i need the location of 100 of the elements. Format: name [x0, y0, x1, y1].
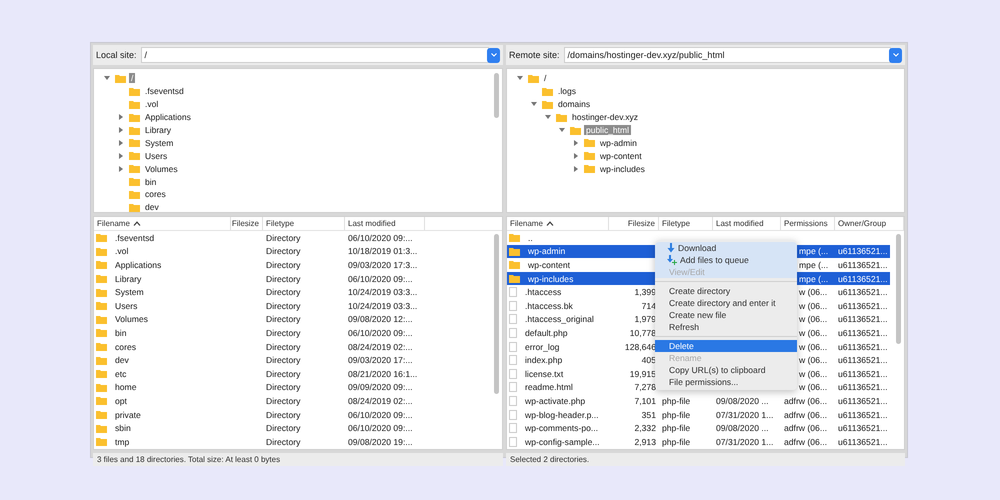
menu-item[interactable]: Delete: [655, 340, 797, 352]
file-type: Directory: [265, 382, 302, 392]
expand-arrow-icon[interactable]: [118, 166, 124, 172]
file-type: Directory: [265, 287, 302, 298]
folder-icon: [96, 369, 107, 378]
path-field[interactable]: /: [140, 47, 489, 63]
menu-item[interactable]: Create directory: [655, 285, 797, 297]
file-name[interactable]: wp-admin: [525, 246, 568, 256]
file-size: 351: [640, 410, 657, 420]
file-name[interactable]: wp-activate.php: [522, 396, 588, 406]
expand-arrow-icon[interactable]: [573, 152, 579, 159]
expand-arrow-icon[interactable]: [118, 114, 124, 120]
collapse-arrow-icon[interactable]: [559, 127, 565, 133]
collapse-arrow-icon[interactable]: [545, 114, 551, 120]
folder-icon: [96, 424, 107, 433]
file-name[interactable]: Users: [112, 300, 140, 311]
file-name[interactable]: Library: [112, 274, 144, 284]
menu-item[interactable]: Create new file: [655, 309, 797, 321]
tree-item-label[interactable]: Users: [143, 150, 170, 161]
menu-item[interactable]: Create directory and enter it: [655, 297, 797, 309]
file-name[interactable]: tmp: [112, 436, 132, 447]
file-name[interactable]: .htaccess: [522, 287, 564, 298]
file-name[interactable]: opt: [112, 396, 130, 406]
file-name[interactable]: default.php: [522, 328, 571, 338]
menu-item[interactable]: Download: [655, 242, 797, 254]
file-type: Directory: [265, 314, 302, 324]
tree-item-label[interactable]: cores: [143, 189, 168, 200]
tree-item-label[interactable]: dev: [143, 202, 161, 212]
collapse-arrow-icon[interactable]: [531, 101, 537, 108]
tree-item-label[interactable]: bin: [143, 176, 158, 187]
tree-item-label[interactable]: wp-includes: [598, 164, 647, 174]
modified-date: 09/08/2020 ...: [715, 423, 770, 434]
file-icon: [509, 436, 517, 447]
file-name[interactable]: .htaccess_original: [522, 314, 597, 324]
collapse-arrow-icon[interactable]: [517, 75, 523, 82]
file-name[interactable]: index.php: [522, 355, 566, 366]
tree-item-label[interactable]: Volumes: [143, 164, 180, 174]
owner-group: u61136521...: [835, 410, 890, 420]
dropdown-button[interactable]: [889, 48, 902, 62]
folder-icon: [96, 437, 107, 446]
modified-date: 09/08/2020 ...: [715, 396, 770, 406]
file-name[interactable]: wp-blog-header.p...: [522, 410, 602, 420]
file-name[interactable]: .fseventsd: [112, 232, 158, 243]
file-name[interactable]: etc: [112, 368, 130, 379]
tree-item-label[interactable]: wp-content: [598, 150, 644, 161]
collapse-arrow-icon[interactable]: [104, 75, 110, 82]
tree-item-label[interactable]: Applications: [143, 112, 193, 122]
file-name[interactable]: wp-content: [525, 260, 574, 270]
folder-icon: [96, 301, 107, 310]
file-name[interactable]: dev: [112, 355, 132, 366]
file-name[interactable]: home: [112, 382, 140, 392]
file-type: Directory: [265, 396, 302, 406]
menu-item[interactable]: Add files to queue: [655, 254, 797, 266]
expand-arrow-icon[interactable]: [118, 140, 124, 146]
expand-arrow-icon[interactable]: [118, 152, 124, 159]
tree-item-label[interactable]: domains: [556, 99, 592, 110]
column-header[interactable]: Owner/Group: [835, 217, 904, 230]
file-name[interactable]: wp-comments-po...: [522, 423, 602, 434]
site-label: Remote site:: [509, 50, 560, 60]
tree-item-label[interactable]: wp-admin: [598, 138, 639, 148]
expand-arrow-icon[interactable]: [573, 140, 579, 146]
tree-item-label[interactable]: .vol: [143, 99, 160, 110]
menu-item[interactable]: Copy URL(s) to clipboard: [655, 364, 797, 376]
tree-item-label[interactable]: hostinger-dev.xyz: [570, 112, 640, 122]
expand-arrow-icon[interactable]: [573, 166, 579, 172]
tree-item-label[interactable]: System: [143, 138, 176, 148]
path-field[interactable]: /domains/hostinger-dev.xyz/public_html: [564, 47, 891, 63]
column-header[interactable]: Filesize: [231, 217, 263, 230]
folder-icon: [509, 274, 520, 284]
file-name[interactable]: sbin: [112, 423, 134, 434]
file-name[interactable]: error_log: [522, 342, 562, 352]
tree-item-label[interactable]: .logs: [556, 86, 578, 96]
dropdown-button[interactable]: [487, 48, 500, 62]
file-name[interactable]: .htaccess.bk: [522, 300, 576, 311]
file-type: Directory: [265, 423, 302, 434]
tree-item-label[interactable]: .fseventsd: [143, 86, 186, 96]
file-name[interactable]: cores: [112, 342, 140, 352]
menu-item[interactable]: File permissions...: [655, 376, 797, 388]
tree-item-label[interactable]: Library: [143, 125, 173, 135]
file-name[interactable]: ..: [525, 232, 536, 243]
file-name[interactable]: .vol: [112, 246, 132, 256]
file-type: Directory: [265, 342, 302, 352]
file-size: 7,278: [633, 382, 657, 392]
file-icon: [509, 355, 517, 366]
file-name[interactable]: Applications: [112, 260, 164, 270]
file-name[interactable]: bin: [112, 328, 130, 338]
file-name[interactable]: private: [112, 410, 144, 420]
file-name[interactable]: wp-includes: [525, 274, 576, 284]
expand-arrow-icon[interactable]: [118, 127, 124, 133]
file-name[interactable]: readme.html: [522, 382, 576, 392]
file-name[interactable]: Volumes: [112, 314, 151, 324]
tree-item-label[interactable]: /: [542, 73, 548, 84]
file-size: 128,646: [624, 342, 657, 352]
menu-item[interactable]: Refresh: [655, 321, 797, 333]
file-size: 7,101: [633, 396, 657, 406]
permissions: adfrw (06...: [783, 423, 828, 434]
file-name[interactable]: license.txt: [522, 368, 566, 379]
file-name[interactable]: wp-config-sample...: [522, 436, 603, 447]
file-icon: [509, 368, 517, 379]
file-name[interactable]: System: [112, 287, 147, 298]
